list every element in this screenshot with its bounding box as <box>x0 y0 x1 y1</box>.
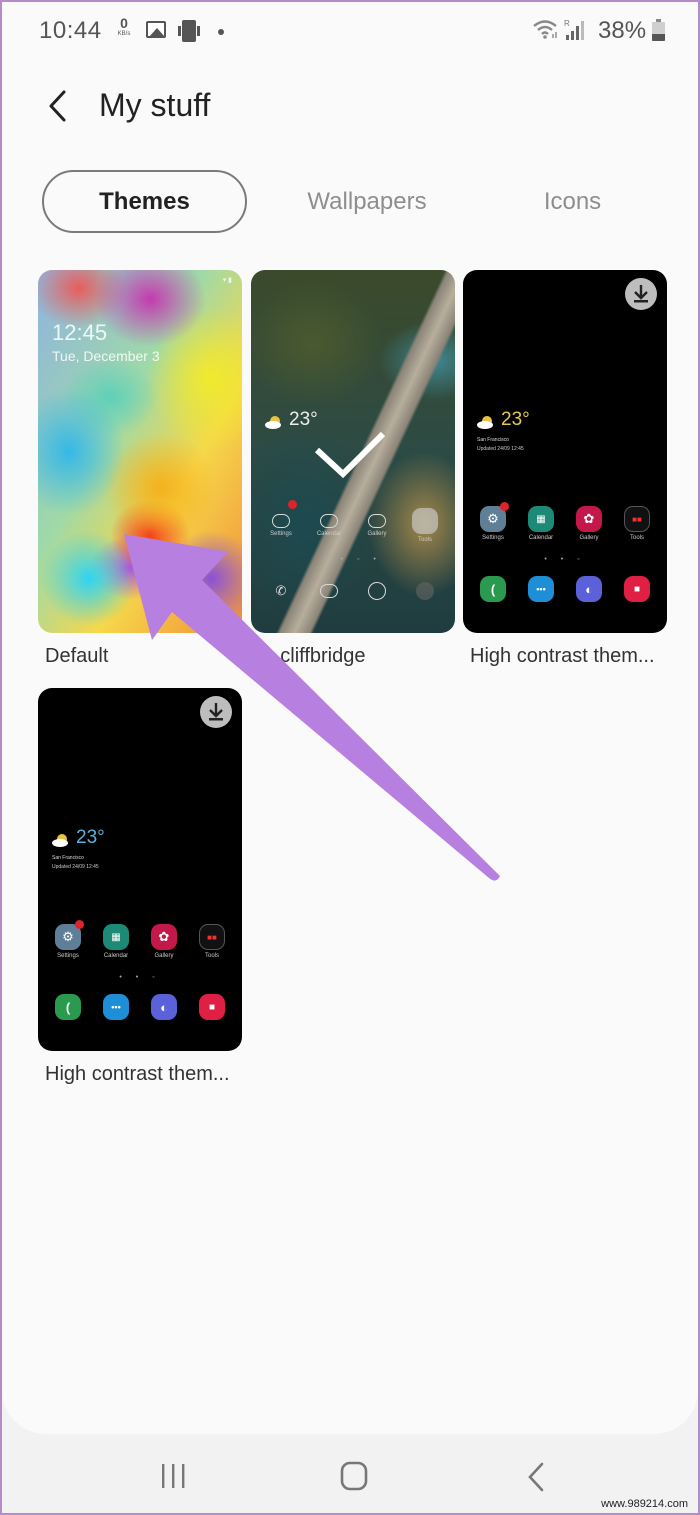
download-icon <box>634 285 648 303</box>
theme-card-high-contrast-2[interactable]: 23° San Francisco Updated 24/09 12:45 ⚙ S… <box>38 688 242 1086</box>
preview-app-gallery: ✿ Gallery <box>569 506 609 541</box>
preview-dock-messages: ••• <box>96 994 136 1020</box>
recents-button[interactable] <box>154 1460 194 1494</box>
download-icon <box>209 703 223 721</box>
theme-card-high-contrast-1[interactable]: 23° San Francisco Updated 24/09 12:45 ⚙ S… <box>463 270 667 668</box>
preview-app-tools: Tools <box>405 508 445 543</box>
tab-themes[interactable]: Themes <box>42 170 247 233</box>
tab-wallpapers[interactable]: Wallpapers <box>264 170 470 233</box>
back-button[interactable] <box>42 86 78 126</box>
preview-dock-phone: ( <box>473 576 513 602</box>
weather-sun-cloud-icon <box>52 834 68 847</box>
preview-temperature: 23° <box>289 409 318 430</box>
preview-updated: Updated 24/09 12:45 <box>52 864 99 870</box>
preview-dock-browser <box>357 578 397 604</box>
selected-check-icon <box>314 431 386 479</box>
preview-temperature: 23° <box>501 409 530 430</box>
theme-card-default[interactable]: ▾ ▮ 12:45 Tue, December 3 Default <box>38 270 242 668</box>
preview-page-dots: • • ◦ <box>544 556 586 563</box>
preview-dock-messages: ••• <box>521 576 561 602</box>
network-speed-value: 0 <box>120 15 128 31</box>
preview-updated: Updated 24/09 12:45 <box>477 446 524 452</box>
watermark: www.989214.com <box>601 1498 688 1510</box>
theme-preview-default[interactable]: ▾ ▮ 12:45 Tue, December 3 <box>38 270 242 633</box>
preview-app-gallery: ✿ Gallery <box>144 924 184 959</box>
network-speed-unit: KB/s <box>117 31 131 37</box>
preview-dock-browser: ◐ <box>144 994 184 1020</box>
preview-app-settings: Settings <box>261 500 301 543</box>
page-title: My stuff <box>99 87 211 123</box>
preview-temperature: 23° <box>76 827 105 848</box>
battery-percentage: 38% <box>598 17 647 44</box>
theme-preview-high-contrast-2[interactable]: 23° San Francisco Updated 24/09 12:45 ⚙ S… <box>38 688 242 1051</box>
preview-dock: ( ••• ◐ ■ <box>48 994 232 1020</box>
preview-dock-messages <box>309 578 349 604</box>
theme-preview-high-contrast-1[interactable]: 23° San Francisco Updated 24/09 12:45 ⚙ S… <box>463 270 667 633</box>
preview-app-tools: ■■ Tools <box>617 506 657 541</box>
signal-icon: R <box>564 19 584 40</box>
preview-app-calendar: Calendar <box>309 508 349 543</box>
preview-app-gallery: Gallery <box>357 508 397 543</box>
sim-icon <box>178 20 200 42</box>
preview-dock: ( ••• ◐ ■ <box>473 576 657 602</box>
preview-dock-camera <box>405 578 445 604</box>
tab-icons[interactable]: Icons <box>470 170 675 233</box>
download-button[interactable] <box>625 278 657 310</box>
preview-dock-phone: ✆ <box>275 583 287 598</box>
network-speed-indicator: 0 KB/s <box>112 16 136 37</box>
preview-city: San Francisco <box>477 437 509 443</box>
preview-dock: ✆ <box>261 578 445 604</box>
preview-status-icons: ▾ ▮ <box>222 277 232 284</box>
preview-lock-date: Tue, December 3 <box>52 348 160 364</box>
nav-back-button[interactable] <box>518 1460 558 1494</box>
theme-name: Default <box>45 645 109 667</box>
weather-sun-cloud-icon <box>265 416 281 429</box>
preview-dock-browser: ◐ <box>569 576 609 602</box>
theme-preview-cliffbridge[interactable]: 23° Settings Calendar Gallery Tools • • … <box>251 270 455 633</box>
status-time: 10:44 <box>39 17 102 44</box>
preview-dock-phone: ( <box>48 994 88 1020</box>
preview-app-row: ⚙ Settings ▦ Calendar ✿ Gallery ■■ Tools <box>48 920 232 959</box>
preview-dock-camera: ■ <box>192 994 232 1020</box>
theme-name: High contrast them... <box>470 645 655 667</box>
preview-dock-camera: ■ <box>617 576 657 602</box>
svg-text:R: R <box>564 19 570 28</box>
preview-page-dots: • • ◦ <box>119 974 161 981</box>
preview-lock-time: 12:45 <box>52 320 108 345</box>
notification-dot-icon <box>218 29 224 35</box>
preview-city: San Francisco <box>52 855 84 861</box>
battery-icon <box>652 19 665 41</box>
wifi-icon <box>533 20 557 39</box>
preview-page-dots: • • ◦ • <box>324 556 382 563</box>
navigation-bar <box>2 1434 698 1515</box>
preview-app-calendar: ▦ Calendar <box>96 924 136 959</box>
preview-app-row: Settings Calendar Gallery Tools <box>261 500 445 543</box>
theme-card-cliffbridge[interactable]: 23° Settings Calendar Gallery Tools • • … <box>251 270 455 668</box>
preview-app-row: ⚙ Settings ▦ Calendar ✿ Gallery ■■ Tools <box>473 502 657 541</box>
preview-app-settings: ⚙ Settings <box>473 502 513 541</box>
battery-fill <box>652 33 665 41</box>
preview-app-calendar: ▦ Calendar <box>521 506 561 541</box>
gallery-notification-icon <box>146 21 166 38</box>
tab-bar: Themes Wallpapers Icons <box>42 170 672 233</box>
theme-name: High contrast them... <box>45 1063 230 1085</box>
home-icon <box>340 1461 368 1491</box>
back-icon <box>528 1462 544 1492</box>
chevron-left-icon <box>49 90 66 122</box>
preview-app-tools: ■■ Tools <box>192 924 232 959</box>
download-button[interactable] <box>200 696 232 728</box>
home-button[interactable] <box>334 1460 374 1494</box>
status-bar: 10:44 0 KB/s R 38% <box>2 2 698 62</box>
screen: 10:44 0 KB/s R 38% My stuff Themes Wallp… <box>2 2 698 1434</box>
recents-icon <box>162 1464 185 1488</box>
preview-app-settings: ⚙ Settings <box>48 920 88 959</box>
weather-sun-cloud-icon <box>477 416 493 429</box>
theme-name: necliffbridge <box>280 645 366 667</box>
